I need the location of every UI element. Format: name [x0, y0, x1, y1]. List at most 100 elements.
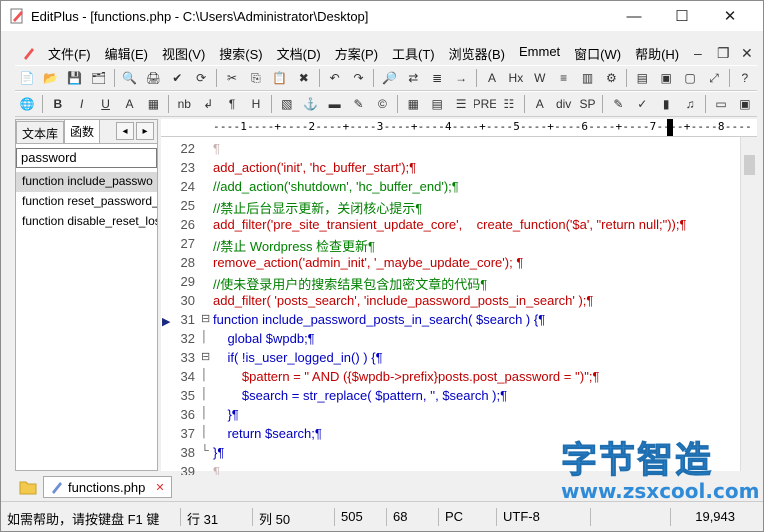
tag-button-6[interactable]: nb	[173, 93, 195, 115]
tab-scroll-left-button[interactable]: ◂	[116, 122, 134, 140]
code-line[interactable]: add_filter( 'posts_search', 'include_pas…	[213, 293, 593, 308]
color-icon[interactable]: ▦	[142, 93, 164, 115]
tag-button-18[interactable]: PRE	[474, 93, 496, 115]
code-line[interactable]: }¶	[213, 445, 224, 460]
menu-item-7[interactable]: 浏览器(B)	[442, 44, 512, 63]
browser-icon[interactable]: ▢	[679, 67, 701, 89]
function-list-item[interactable]: function include_passwo	[16, 172, 157, 192]
undo-icon[interactable]: ↶	[324, 67, 346, 89]
folder-icon[interactable]	[19, 479, 37, 495]
table2-icon[interactable]: ▤	[426, 93, 448, 115]
function-list-item[interactable]: function reset_password_	[16, 192, 157, 212]
film-icon[interactable]: ▮	[655, 93, 677, 115]
fullscreen-icon[interactable]: ⤢	[703, 67, 725, 89]
list2-icon[interactable]: ☷	[498, 93, 520, 115]
column-mode-icon[interactable]: ▥	[577, 67, 599, 89]
tag-button-20[interactable]: A	[529, 93, 551, 115]
tab-scroll-right-button[interactable]: ▸	[136, 122, 154, 140]
code-line[interactable]: $pattern = " AND ({$wpdb->prefix}posts.p…	[213, 369, 600, 384]
font-icon[interactable]: A	[481, 67, 503, 89]
code-line[interactable]: remove_action('admin_init', '_maybe_upda…	[213, 255, 523, 270]
anchor-icon[interactable]: ⚓	[300, 93, 322, 115]
window-icon[interactable]: ▭	[710, 93, 732, 115]
code-line[interactable]: ¶	[213, 141, 220, 156]
code-line[interactable]: //禁止后台显示更新，关闭核心提示¶	[213, 198, 422, 217]
menu-item-6[interactable]: 工具(T)	[385, 44, 442, 63]
fold-marker[interactable]: ⊟	[201, 312, 210, 325]
tag-button-7[interactable]: ↲	[197, 93, 219, 115]
tab-text-library[interactable]: 文本库	[16, 121, 65, 143]
print-icon[interactable]: 🖨	[142, 67, 164, 89]
menu-item-4[interactable]: 文档(D)	[270, 44, 328, 63]
mdi-restore-button[interactable]: ❐	[717, 45, 730, 62]
delete-icon[interactable]: ✖	[293, 67, 315, 89]
tag-button-14[interactable]: ©	[371, 93, 393, 115]
cut-icon[interactable]: ✂	[221, 67, 243, 89]
marker-icon[interactable]: ✎	[348, 93, 370, 115]
code-line[interactable]: return $search;¶	[213, 426, 321, 441]
tile-icon[interactable]: ▤	[631, 67, 653, 89]
line-numbers-icon[interactable]: ≡	[553, 67, 575, 89]
code-line[interactable]: //add_action('shutdown', 'hc_buffer_end'…	[213, 179, 459, 194]
function-search-input[interactable]: password	[16, 148, 157, 168]
menu-item-3[interactable]: 搜索(S)	[212, 44, 269, 63]
replace-icon[interactable]: ⇄	[402, 67, 424, 89]
mdi-minimize-button[interactable]: –	[694, 45, 702, 61]
code-line[interactable]: add_filter('pre_site_transient_update_co…	[213, 217, 686, 232]
paste-icon[interactable]: 📋	[269, 67, 291, 89]
tag-button-22[interactable]: SP	[577, 93, 599, 115]
close-button[interactable]: ✕	[707, 1, 753, 31]
edit-icon[interactable]: ✎	[607, 93, 629, 115]
cascade-icon[interactable]: ▣	[655, 67, 677, 89]
hex-icon[interactable]: Hx	[505, 67, 527, 89]
mdi-close-button[interactable]: ✕	[741, 45, 753, 62]
music-icon[interactable]: ♫	[679, 93, 701, 115]
open-icon[interactable]: 📂	[40, 67, 62, 89]
redo-icon[interactable]: ↷	[348, 67, 370, 89]
menu-item-0[interactable]: 文件(F)	[41, 44, 98, 63]
code-line[interactable]: add_action('init', 'hc_buffer_start');¶	[213, 160, 416, 175]
find-in-files-icon[interactable]: ≣	[426, 67, 448, 89]
browser-globe-icon[interactable]: 🌐	[16, 93, 38, 115]
copy-icon[interactable]: ⎘	[245, 67, 267, 89]
code-line[interactable]: }¶	[213, 407, 238, 422]
code-line[interactable]: //禁止 Wordpress 检查更新¶	[213, 236, 375, 255]
tag-button-8[interactable]: ¶	[221, 93, 243, 115]
goto-icon[interactable]: →	[450, 67, 472, 89]
vertical-scrollbar[interactable]	[740, 137, 757, 471]
tag-button-2[interactable]: I	[71, 93, 93, 115]
save-icon[interactable]: 💾	[64, 67, 86, 89]
menu-item-10[interactable]: 帮助(H)	[628, 44, 686, 63]
tag-button-9[interactable]: H	[245, 93, 267, 115]
code-line[interactable]: global $wpdb;¶	[213, 331, 314, 346]
find-icon[interactable]: 🔎	[378, 67, 400, 89]
menu-item-5[interactable]: 方案(P)	[328, 44, 385, 63]
word-wrap-icon[interactable]: W	[529, 67, 551, 89]
code-line[interactable]: function include_password_posts_in_searc…	[213, 312, 545, 327]
scrollbar-thumb[interactable]	[744, 155, 755, 175]
check-icon[interactable]: ✓	[631, 93, 653, 115]
tag-button-3[interactable]: U	[95, 93, 117, 115]
file-tab-functions-php[interactable]: functions.php ✕	[43, 476, 172, 498]
menu-item-1[interactable]: 编辑(E)	[98, 44, 155, 63]
hr-icon[interactable]: ▬	[324, 93, 346, 115]
window2-icon[interactable]: ▣	[734, 93, 756, 115]
tab-functions[interactable]: 函数	[64, 119, 101, 143]
help-icon[interactable]: ?	[734, 67, 756, 89]
minimize-button[interactable]: —	[611, 1, 657, 31]
settings-icon[interactable]: ⚙	[600, 67, 622, 89]
function-list-item[interactable]: function disable_reset_los	[16, 212, 157, 232]
document-menu-icon[interactable]	[21, 45, 37, 61]
code-editor[interactable]: 22 23 24 25 26 27 28 29 30 31 32 33 34 35 36 37 38 39 ⊟ ⊟ └ │…	[161, 137, 757, 479]
reload-icon[interactable]: ⟳	[190, 67, 212, 89]
menu-item-9[interactable]: 窗口(W)	[567, 44, 628, 63]
tag-button-1[interactable]: B	[47, 93, 69, 115]
code-line[interactable]: //使未登录用户的搜索结果包含加密文章的代码¶	[213, 274, 487, 293]
print-preview-icon[interactable]: 🔍	[119, 67, 141, 89]
save-all-icon[interactable]: 🗂	[88, 67, 110, 89]
list-icon[interactable]: ☰	[450, 93, 472, 115]
spell-icon[interactable]: ✔	[166, 67, 188, 89]
file-tab-close-icon[interactable]: ✕	[155, 481, 164, 494]
tag-button-4[interactable]: A	[119, 93, 141, 115]
fold-marker[interactable]: ⊟	[201, 350, 210, 363]
